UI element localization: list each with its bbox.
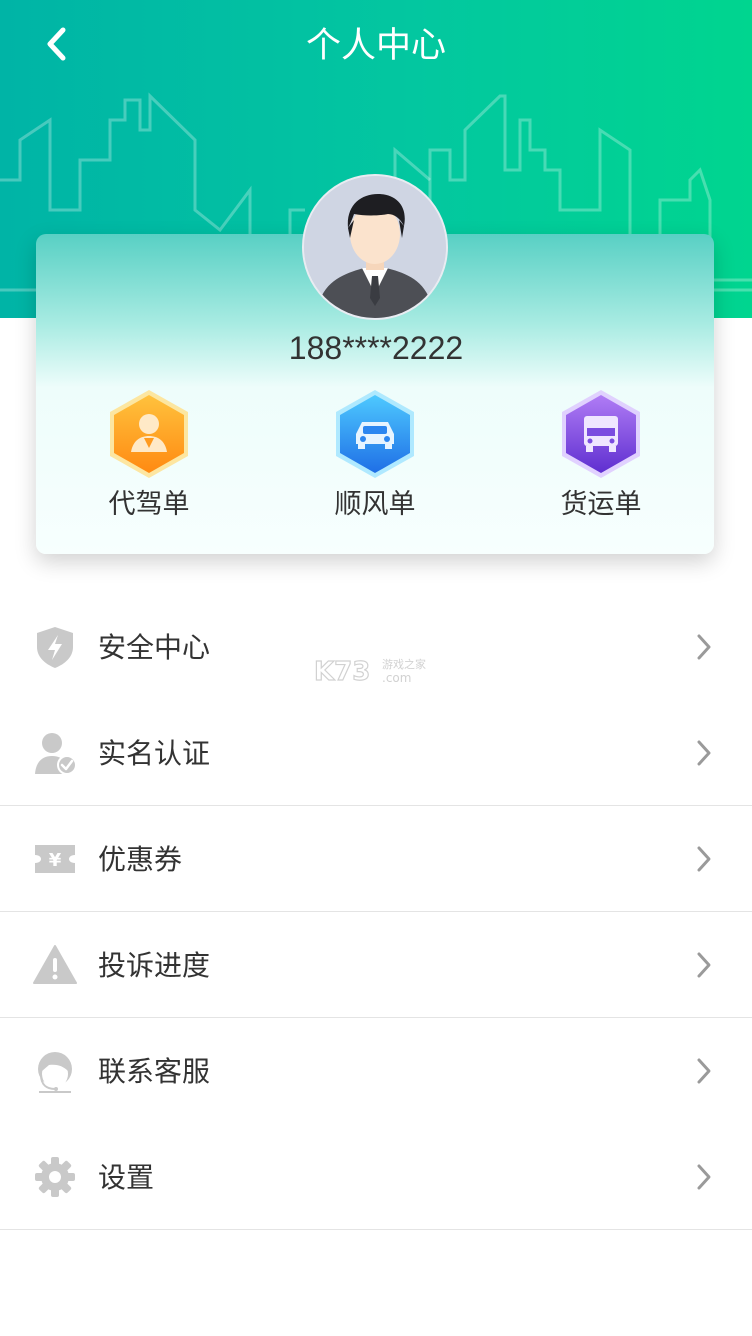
ride-share-order-button[interactable]: 顺风单 [300,388,450,528]
chevron-right-icon [697,634,711,660]
menu-item-label: 投诉进度 [98,949,211,982]
designated-driver-order-button[interactable]: 代驾单 [74,388,224,528]
menu-item-complaint-progress[interactable]: 投诉进度 [0,912,752,1018]
menu-item-label: 设置 [98,1161,155,1194]
customer-service-icon [38,1052,72,1093]
warning-icon [33,945,77,984]
svg-text:K73: K73 [314,657,370,686]
chevron-right-icon [697,952,711,978]
menu-item-label: 优惠券 [98,843,183,876]
verified-user-icon [35,733,77,775]
page-title: 个人中心 [305,26,446,66]
menu-item-label: 安全中心 [98,631,211,664]
gear-icon [35,1157,75,1197]
truck-icon [562,390,640,478]
avatar[interactable] [302,174,448,320]
chevron-right-icon [697,1058,711,1084]
svg-text:¥: ¥ [49,850,62,871]
menu-item-real-name-verification[interactable]: 实名认证 [0,700,752,806]
user-avatar-icon [304,176,446,318]
chevron-right-icon [697,1164,711,1190]
coupon-icon: ¥ [35,845,75,873]
menu-item-coupons[interactable]: ¥ 优惠券 [0,806,752,912]
designated-driver-icon [110,390,188,478]
menu-item-customer-service[interactable]: 联系客服 [0,1018,752,1124]
settings-menu: 安全中心 实名认证 ¥ 优惠券 投诉进度 联系客服 设置 [0,594,752,1230]
freight-order-button[interactable]: 货运单 [526,388,676,528]
ride-share-order-label: 顺风单 [334,489,416,520]
chevron-right-icon [697,846,711,872]
shield-icon [37,627,73,668]
menu-item-label: 联系客服 [98,1055,211,1088]
menu-item-label: 实名认证 [98,737,211,770]
designated-driver-order-label: 代驾单 [108,489,190,520]
chevron-right-icon [697,740,711,766]
svg-text:游戏之家: 游戏之家 [382,657,426,671]
phone-number: 188****2222 [288,330,464,366]
menu-item-settings[interactable]: 设置 [0,1124,752,1230]
car-icon [336,390,414,478]
k73-watermark-logo: K73 游戏之家 .com [313,656,426,686]
freight-order-label: 货运单 [560,489,642,520]
svg-text:.com: .com [382,671,411,685]
